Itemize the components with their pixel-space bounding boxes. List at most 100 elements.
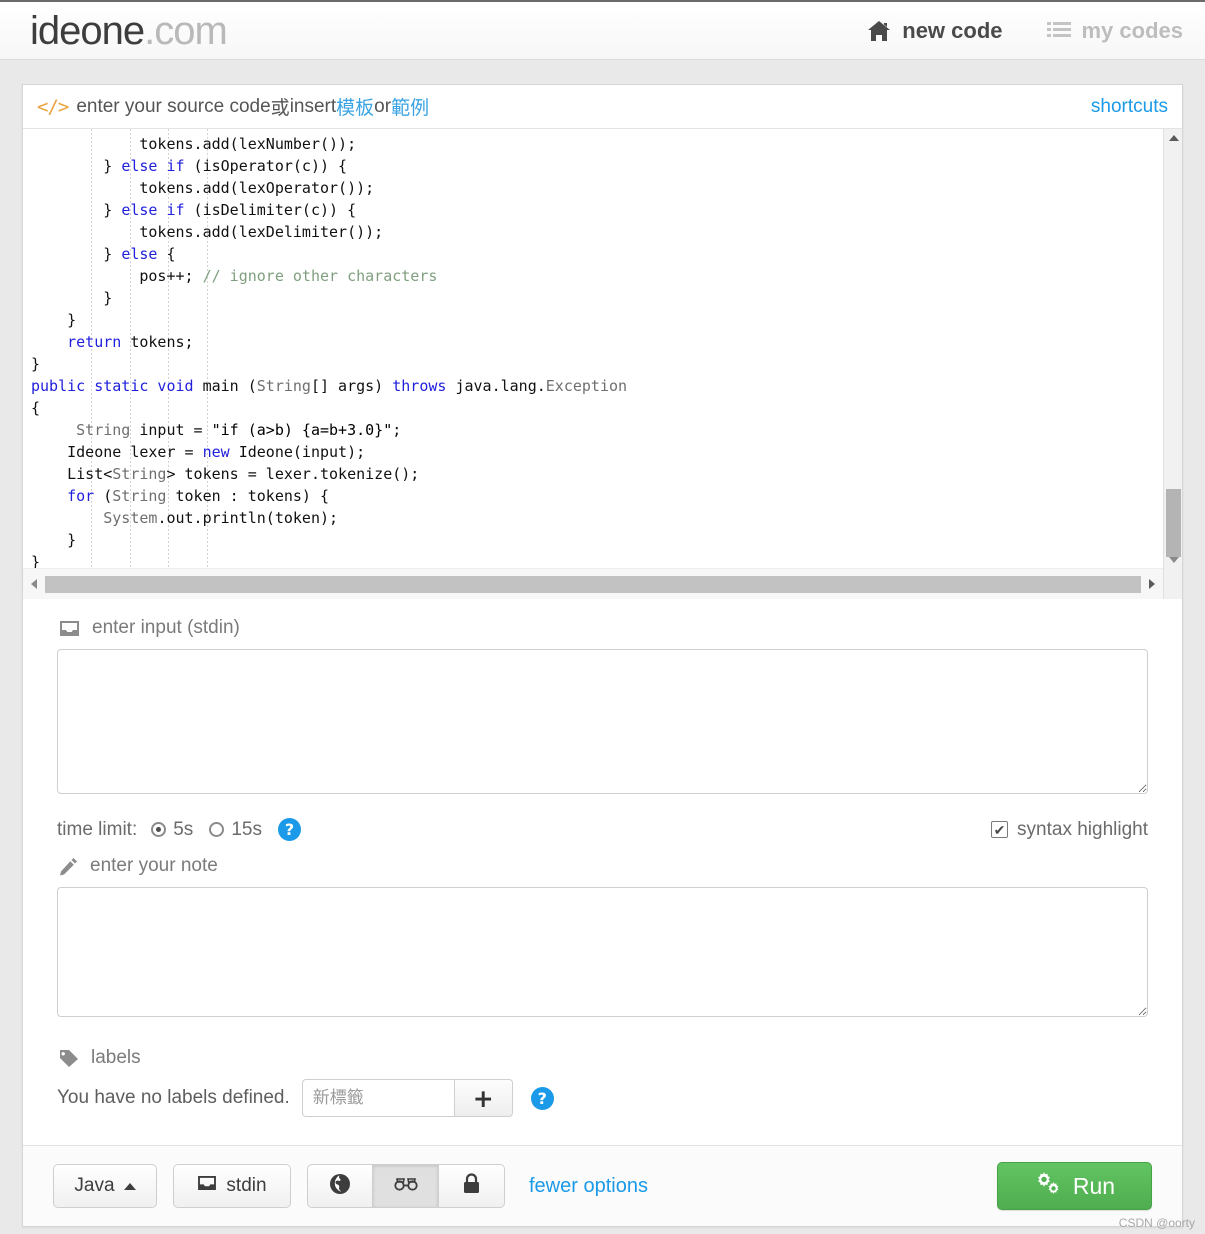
nav-my-codes[interactable]: my codes (1046, 17, 1184, 44)
vertical-scroll-thumb[interactable] (1166, 489, 1181, 557)
scroll-left-arrow[interactable] (23, 569, 45, 600)
caret-up-icon (123, 1182, 136, 1190)
note-input[interactable] (57, 887, 1148, 1017)
logo-main: ideone (30, 8, 145, 53)
code-line: tokens.add(lexNumber()); (31, 135, 357, 153)
visibility-private-button[interactable] (439, 1164, 505, 1208)
nav-new-code[interactable]: new code (867, 17, 1003, 44)
radio-15s[interactable] (209, 822, 225, 837)
code-line: for (String token : tokens) { (67, 487, 330, 505)
add-label-button[interactable]: + (453, 1079, 513, 1117)
note-section-label: enter your note (59, 855, 1148, 877)
stdin-input[interactable] (57, 649, 1148, 794)
time-limit-option-15s[interactable]: 15s (209, 819, 262, 841)
editor-horizontal-scrollbar[interactable] (23, 568, 1163, 599)
code-line: } else if (isOperator(c)) { (31, 157, 348, 175)
code-line: System.out.println(token); (103, 509, 339, 527)
language-label: Java (74, 1175, 115, 1196)
code-tags-icon: </> (37, 95, 69, 118)
code-line: } (31, 355, 41, 373)
code-line: { (31, 399, 41, 417)
source-code-text[interactable]: tokens.add(lexNumber()); } else if (isOp… (23, 129, 1163, 568)
code-line: Ideone lexer = new Ideone(input); (31, 443, 366, 461)
cogs-icon (1034, 1171, 1061, 1201)
nav-my-codes-label: my codes (1081, 17, 1184, 43)
time-limit-5s-label: 5s (173, 818, 194, 840)
source-header: </> enter your source code 或 insert 模板 o… (23, 85, 1182, 129)
glasses-icon (392, 1176, 420, 1197)
labels-label-text: labels (91, 1047, 141, 1068)
syntax-highlight-label: syntax highlight (1017, 818, 1148, 840)
horizontal-scroll-thumb[interactable] (45, 575, 1141, 593)
code-line: } else if (isDelimiter(c)) { (31, 201, 357, 219)
code-line: tokens.add(lexOperator()); (31, 179, 375, 197)
time-limit-label: time limit: (57, 818, 138, 840)
language-selector-button[interactable]: Java (53, 1164, 157, 1208)
pencil-icon (59, 857, 78, 876)
visibility-button-group (307, 1164, 505, 1208)
globe-icon (329, 1173, 351, 1200)
source-editor[interactable]: tokens.add(lexNumber()); } else if (isOp… (23, 129, 1182, 599)
code-line: pos++; // ignore other characters (31, 267, 438, 285)
code-line: public static void main (String[] args) … (31, 377, 628, 395)
scroll-down-arrow[interactable] (1164, 551, 1182, 568)
inbox-icon (197, 1175, 217, 1197)
labels-help-icon[interactable]: ? (530, 1086, 554, 1110)
code-line: List<String> tokens = lexer.tokenize(); (31, 465, 420, 483)
time-limit-15s-label: 15s (231, 818, 262, 840)
code-line: tokens.add(lexDelimiter()); (31, 223, 384, 241)
source-label-prefix: enter your source code (76, 95, 271, 117)
code-line: } (31, 531, 77, 549)
code-line: return tokens; (67, 333, 194, 351)
editor-vertical-scrollbar[interactable] (1163, 129, 1182, 568)
watermark: CSDN @oorty (1118, 1216, 1195, 1230)
labels-section-label: labels (59, 1047, 1148, 1069)
editor-footer: Java stdin fewer options Run (23, 1145, 1182, 1226)
lock-icon (463, 1173, 480, 1199)
scroll-up-arrow[interactable] (1164, 129, 1182, 146)
home-icon (867, 20, 891, 42)
options-row: time limit: 5s 15s ? ✔ syntax highlight (57, 818, 1148, 841)
stdin-section-label: enter input (stdin) (59, 617, 1148, 639)
fewer-options-link[interactable]: fewer options (529, 1175, 648, 1198)
visibility-public-button[interactable] (307, 1164, 373, 1208)
new-label-input[interactable] (301, 1079, 454, 1117)
logo-suffix: .com (144, 8, 228, 53)
labels-section: labels You have no labels defined. + ? (57, 1047, 1148, 1117)
visibility-secret-button[interactable] (373, 1164, 439, 1208)
run-button-label: Run (1072, 1172, 1116, 1199)
source-label-insert: insert (289, 95, 337, 117)
run-button[interactable]: Run (997, 1162, 1152, 1210)
list-icon (1046, 21, 1071, 41)
editor-card: </> enter your source code 或 insert 模板 o… (22, 84, 1183, 1227)
labels-row: You have no labels defined. + ? (57, 1079, 1148, 1117)
source-label-or: or (374, 95, 392, 117)
card-body: enter input (stdin) time limit: 5s 15s ?… (23, 599, 1182, 1117)
syntax-highlight-toggle[interactable]: ✔ syntax highlight (991, 819, 1148, 841)
site-logo[interactable]: ideone.com (30, 8, 228, 53)
nav-new-code-label: new code (902, 17, 1003, 43)
insert-example-link[interactable]: 範例 (391, 93, 429, 120)
stdin-toggle-button[interactable]: stdin (173, 1164, 291, 1208)
inbox-icon (59, 620, 80, 637)
site-header: ideone.com new code my codes (0, 0, 1205, 60)
source-label-or-cn: 或 (270, 98, 290, 119)
code-line: } (31, 289, 113, 307)
stdin-label-text: enter input (stdin) (92, 617, 240, 638)
radio-5s[interactable] (151, 822, 167, 837)
time-limit-option-5s[interactable]: 5s (151, 819, 193, 841)
time-limit-help-icon[interactable]: ? (277, 818, 301, 841)
syntax-highlight-checkbox[interactable]: ✔ (991, 821, 1009, 838)
code-line: } (31, 553, 41, 568)
tag-icon (59, 1049, 79, 1068)
code-line: } (31, 311, 77, 329)
stdin-button-label: stdin (226, 1175, 267, 1196)
note-label-text: enter your note (90, 855, 218, 876)
insert-template-link[interactable]: 模板 (336, 93, 374, 120)
no-labels-text: You have no labels defined. (57, 1087, 290, 1108)
code-line: } else { (31, 245, 176, 263)
scroll-right-arrow[interactable] (1141, 569, 1163, 600)
shortcuts-link[interactable]: shortcuts (1091, 96, 1168, 118)
main-nav: new code my codes (867, 18, 1183, 44)
code-line: String input = "if (a>b) {a=b+3.0}"; (76, 421, 402, 439)
